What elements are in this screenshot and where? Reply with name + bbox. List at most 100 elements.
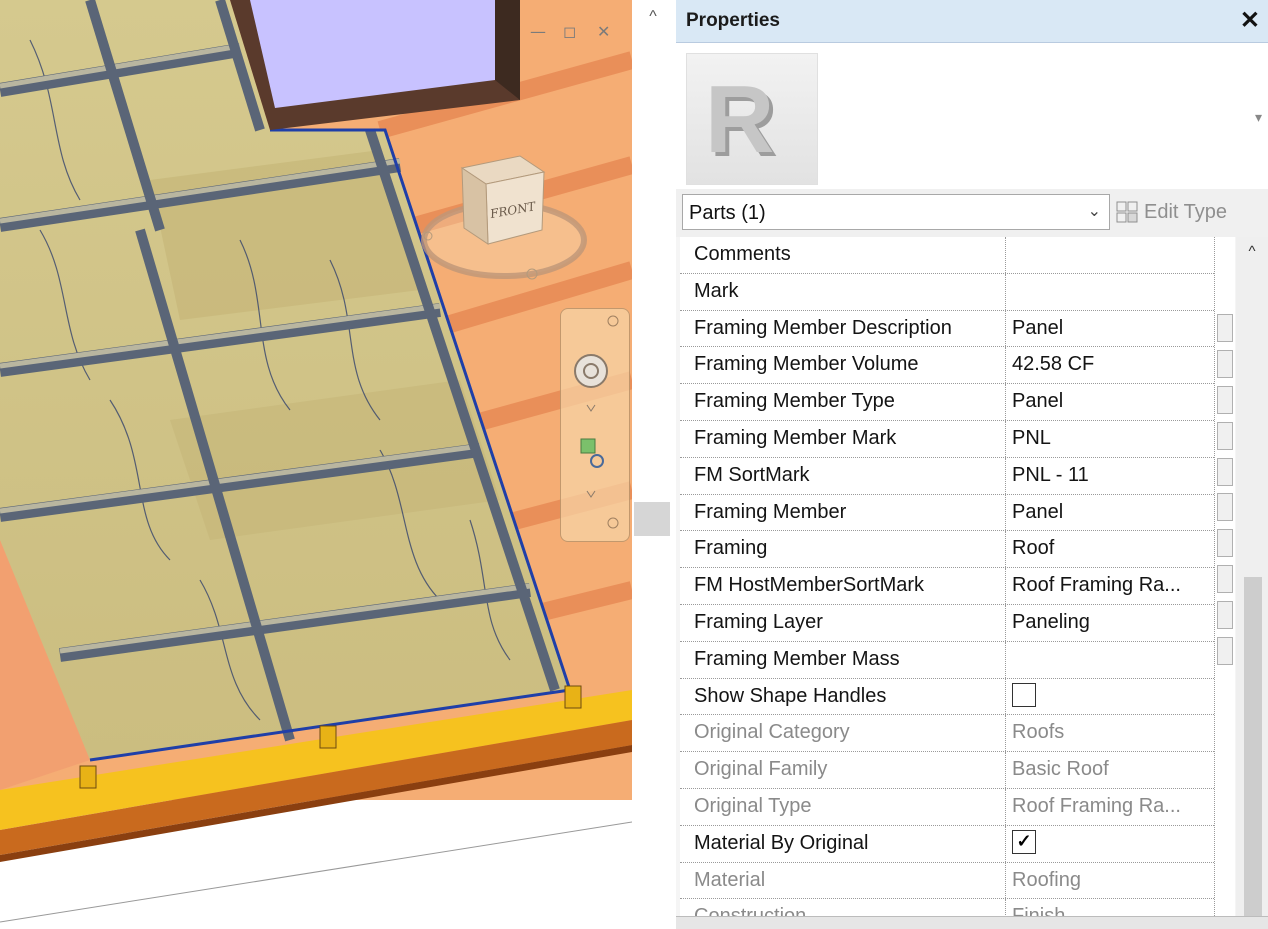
- element-filter-dropdown[interactable]: Parts (1) ⌄: [682, 194, 1110, 230]
- browse-button[interactable]: [1217, 637, 1233, 665]
- property-name: Framing: [680, 531, 1006, 568]
- property-name: Original Category: [680, 715, 1006, 752]
- property-name: Framing Member Description: [680, 310, 1006, 347]
- property-row-framing-member-description[interactable]: Framing Member Description Panel: [680, 310, 1214, 348]
- property-name: FM SortMark: [680, 457, 1006, 494]
- property-name: Framing Member Mark: [680, 420, 1006, 457]
- property-row-mark[interactable]: Mark: [680, 273, 1214, 311]
- edit-buttons-column: [1214, 237, 1235, 928]
- property-value-field[interactable]: PNL - 11: [1006, 458, 1206, 494]
- minimize-view-button[interactable]: —: [530, 22, 546, 41]
- browse-button[interactable]: [1217, 422, 1233, 450]
- element-filter-label: Parts (1): [689, 202, 766, 224]
- property-value-cell: ✓: [1006, 826, 1206, 862]
- property-value-field[interactable]: Paneling: [1006, 605, 1206, 641]
- steering-wheel-icon: [574, 354, 608, 388]
- type-selector[interactable]: R R ▾: [676, 43, 1268, 190]
- scrollbar-thumb[interactable]: [634, 502, 670, 536]
- property-value-field[interactable]: [1006, 274, 1206, 310]
- browse-button[interactable]: [1217, 458, 1233, 486]
- property-row-framing-member[interactable]: Framing Member Panel: [680, 494, 1214, 532]
- property-row-fm-sortmark[interactable]: FM SortMark PNL - 11: [680, 457, 1214, 495]
- scrollbar-thumb[interactable]: [1244, 577, 1262, 928]
- property-row-framing-member-type[interactable]: Framing Member Type Panel: [680, 384, 1214, 421]
- roof-framing-model[interactable]: [0, 0, 632, 928]
- browse-button[interactable]: [1217, 529, 1233, 557]
- property-name: Framing Member: [680, 494, 1006, 531]
- property-name: Original Type: [680, 788, 1006, 825]
- property-name: Framing Member Mass: [680, 641, 1006, 678]
- browse-button[interactable]: [1217, 350, 1233, 378]
- chevron-down-icon[interactable]: ⌄: [1088, 201, 1101, 221]
- properties-grid: Comments Mark Framing Member Description…: [680, 237, 1214, 928]
- property-name: Framing Layer: [680, 604, 1006, 641]
- property-name: Comments: [680, 237, 1006, 273]
- material-by-original-checkbox[interactable]: ✓: [1012, 829, 1036, 854]
- browse-button[interactable]: [1217, 565, 1233, 593]
- property-value-field[interactable]: Panel: [1006, 384, 1206, 420]
- property-name: Material By Original: [680, 825, 1006, 862]
- property-value-field[interactable]: Roof: [1006, 531, 1206, 567]
- property-row-fm-hostmembersortmark[interactable]: FM HostMemberSortMark Roof Framing Ra...: [680, 568, 1214, 605]
- 3d-viewport[interactable]: — ◻ ✕ FRONT: [0, 0, 632, 928]
- property-row-framing-member-mark[interactable]: Framing Member Mark PNL: [680, 420, 1214, 458]
- property-row-original-category: Original Category Roofs: [680, 715, 1214, 753]
- browse-button[interactable]: [1217, 601, 1233, 629]
- property-row-framing-layer[interactable]: Framing Layer Paneling: [680, 604, 1214, 642]
- property-value: Roof Framing Ra...: [1012, 794, 1181, 817]
- property-name: Original Family: [680, 752, 1006, 788]
- property-name: Show Shape Handles: [680, 678, 1006, 715]
- type-dropdown-arrow-icon[interactable]: ▾: [1255, 109, 1262, 126]
- close-view-button[interactable]: ✕: [597, 22, 610, 41]
- edit-type-label: Edit Type: [1144, 200, 1228, 223]
- property-value-field[interactable]: 42.58 CF: [1006, 347, 1206, 383]
- property-row-comments[interactable]: Comments: [680, 237, 1214, 274]
- property-value-field[interactable]: [1006, 237, 1206, 273]
- filter-row: Parts (1) ⌄ Edit Type: [676, 189, 1268, 237]
- property-value-cell: [1006, 679, 1206, 715]
- browse-button[interactable]: [1217, 493, 1233, 521]
- browse-button[interactable]: [1217, 386, 1233, 414]
- property-row-original-type: Original Type Roof Framing Ra...: [680, 788, 1214, 826]
- browse-button[interactable]: [1217, 314, 1233, 342]
- property-row-material-by-original[interactable]: Material By Original ✓: [680, 825, 1214, 863]
- property-value-field[interactable]: [1006, 642, 1206, 678]
- properties-title: Properties: [686, 10, 780, 31]
- navigation-bar[interactable]: [560, 308, 630, 542]
- restore-view-button[interactable]: ◻: [563, 22, 576, 41]
- property-row-material: Material Roofing: [680, 862, 1214, 900]
- property-value-field[interactable]: Panel: [1006, 495, 1206, 531]
- scroll-up-button[interactable]: ^: [640, 8, 666, 30]
- property-name: Material: [680, 862, 1006, 899]
- properties-scrollbar[interactable]: ^: [1236, 237, 1268, 928]
- property-row-show-shape-handles[interactable]: Show Shape Handles: [680, 678, 1214, 716]
- property-row-original-family: Original Family Basic Roof: [680, 752, 1214, 789]
- view-scrollbar[interactable]: ^: [632, 0, 676, 928]
- property-name: Mark: [680, 273, 1006, 310]
- svg-text:R: R: [705, 66, 774, 173]
- properties-header[interactable]: Properties ✕: [676, 0, 1268, 43]
- property-name: FM HostMemberSortMark: [680, 568, 1006, 604]
- edit-type-icon: [1116, 201, 1138, 223]
- property-value: Basic Roof: [1012, 758, 1109, 781]
- next-group-header[interactable]: [676, 916, 1268, 929]
- show-shape-handles-checkbox[interactable]: [1012, 682, 1036, 707]
- property-name: Framing Member Type: [680, 384, 1006, 420]
- zoom-region-icon: [580, 438, 596, 454]
- properties-palette: Properties ✕ R R ▾ Parts (1) ⌄ Edit Type: [676, 0, 1268, 929]
- property-value-field[interactable]: Panel: [1006, 311, 1206, 347]
- close-properties-button[interactable]: ✕: [1240, 6, 1260, 35]
- scroll-up-button[interactable]: ^: [1236, 243, 1268, 260]
- property-row-framing[interactable]: Framing Roof: [680, 531, 1214, 569]
- property-value-field[interactable]: Roof Framing Ra...: [1006, 568, 1206, 604]
- revit-logo-icon: R R: [686, 53, 818, 185]
- navbar-close-icon: [607, 315, 619, 327]
- property-name: Framing Member Volume: [680, 347, 1006, 384]
- property-value: Roofs: [1012, 721, 1065, 744]
- property-row-framing-member-mass[interactable]: Framing Member Mass: [680, 641, 1214, 679]
- property-row-framing-member-volume[interactable]: Framing Member Volume 42.58 CF: [680, 347, 1214, 385]
- edit-type-button[interactable]: Edit Type: [1116, 195, 1227, 229]
- viewcube[interactable]: FRONT: [416, 148, 592, 284]
- property-value-field[interactable]: PNL: [1006, 421, 1206, 457]
- property-value: Roofing: [1012, 868, 1081, 891]
